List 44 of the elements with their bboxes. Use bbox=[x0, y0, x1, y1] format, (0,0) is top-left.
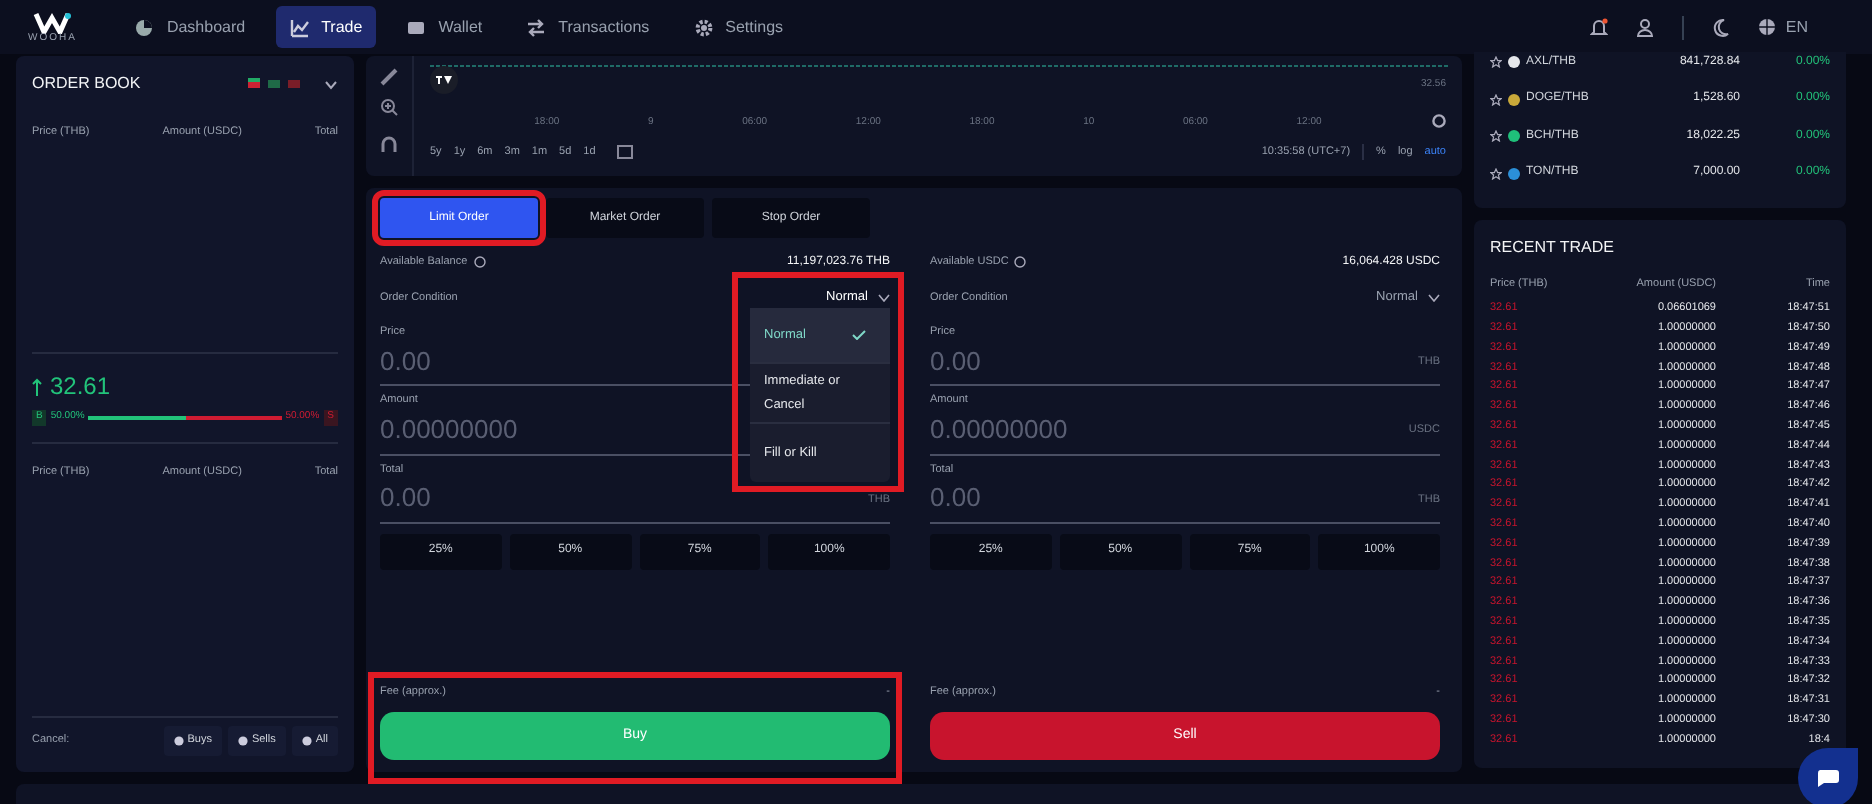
chevron-down-icon bbox=[324, 79, 338, 89]
star-icon bbox=[1490, 56, 1502, 69]
calendar-icon bbox=[615, 143, 634, 160]
input-field[interactable]: 0.00000000 bbox=[380, 410, 720, 449]
input-field[interactable]: 0.00000000 bbox=[930, 410, 1270, 449]
magnet-icon bbox=[380, 136, 398, 154]
info-icon bbox=[1014, 256, 1027, 268]
star-icon bbox=[1490, 167, 1502, 180]
logo-icon bbox=[32, 10, 73, 34]
language-button[interactable]: EN bbox=[1757, 15, 1808, 39]
tv-mark-icon bbox=[436, 76, 452, 84]
moon-icon bbox=[1711, 17, 1730, 37]
star-icon bbox=[1490, 130, 1502, 143]
settings-icon bbox=[693, 17, 714, 37]
settings-icon bbox=[1432, 114, 1446, 128]
input-field[interactable]: 0.00 bbox=[930, 478, 1270, 518]
star-icon bbox=[1490, 93, 1502, 106]
chevron-down-icon bbox=[878, 294, 890, 302]
line-chart-icon bbox=[289, 17, 310, 37]
last-price: 32.61 bbox=[50, 370, 111, 405]
chat-bubble-icon bbox=[1816, 768, 1840, 788]
input-field[interactable]: 0.00 bbox=[930, 341, 1270, 381]
user-icon bbox=[1635, 17, 1654, 37]
info-icon bbox=[473, 256, 486, 268]
checkmark-icon bbox=[852, 330, 866, 340]
nav-tab[interactable]: Dashboard bbox=[120, 6, 260, 48]
nav-tab[interactable]: Trade bbox=[275, 6, 377, 48]
chat-button[interactable] bbox=[1798, 748, 1858, 804]
nav-tab[interactable]: Transactions bbox=[512, 6, 664, 48]
chevron-down-icon bbox=[1428, 294, 1440, 302]
pie-chart-icon bbox=[134, 17, 155, 37]
panel-title: RECENT TRADE bbox=[1490, 236, 1616, 260]
arrows-icon bbox=[526, 17, 547, 37]
nav-tab[interactable]: Wallet bbox=[392, 6, 497, 48]
bell-icon bbox=[1589, 17, 1608, 37]
zoom-in-icon bbox=[380, 98, 398, 116]
panel-title: ORDER BOOK bbox=[32, 72, 143, 96]
input-field[interactable]: 0.00 bbox=[380, 341, 720, 381]
ruler-icon bbox=[380, 68, 398, 86]
input-field[interactable]: 0.00 bbox=[380, 478, 720, 518]
wallet-icon bbox=[406, 17, 427, 37]
nav-tab[interactable]: Settings bbox=[679, 6, 798, 48]
globe-icon bbox=[1757, 18, 1776, 36]
up-arrow-icon bbox=[32, 377, 42, 396]
